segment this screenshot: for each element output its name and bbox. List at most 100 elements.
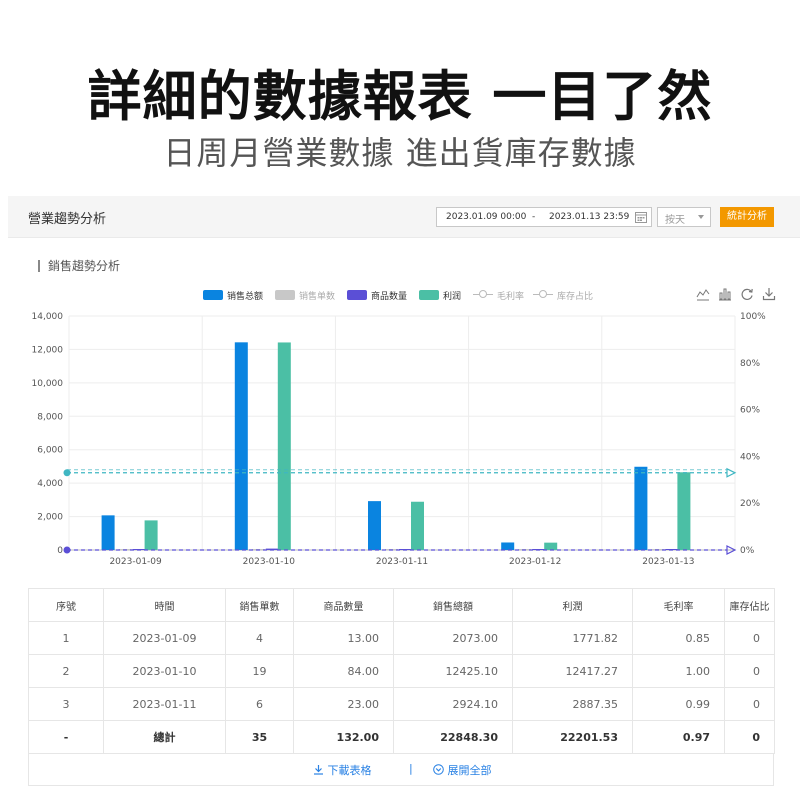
col-header-profit[interactable]: 利潤	[512, 588, 633, 622]
cell-profit: 22201.53	[512, 720, 633, 754]
bar-4	[144, 520, 158, 550]
y-tick-label: 14,000	[32, 312, 64, 322]
cell-sales-total: 22848.30	[393, 720, 513, 754]
hero-subtitle: 日周月營業數據 進出貨庫存數據	[163, 134, 637, 172]
bar-1	[234, 342, 248, 550]
y2-tick-label: 60%	[740, 406, 760, 416]
cell-time: 2023-01-11	[103, 687, 226, 721]
cell-stock-ratio: 0	[724, 621, 775, 655]
legend-label: 毛利率	[497, 292, 525, 302]
legend-swatch	[275, 290, 295, 300]
date-end: 2023.01.13 23:59	[549, 212, 630, 222]
cell-order-count: 19	[225, 654, 294, 688]
bar-4	[677, 472, 691, 550]
x-tick-label: 2023-01-12	[509, 557, 561, 567]
legend-marker	[479, 290, 487, 298]
data-table: 序號 時間 銷售單數 商品數量 銷售總額 利潤 毛利率 庫存佔比 1 2023-…	[28, 588, 775, 754]
bar-4	[411, 501, 424, 550]
bar-chart-icon[interactable]	[718, 287, 732, 301]
cell-index: 1	[28, 621, 104, 655]
bar-1	[368, 501, 381, 550]
cell-profit: 1771.82	[512, 621, 633, 655]
chevron-down-circle-icon	[433, 764, 444, 775]
download-table-label: 下載表格	[327, 764, 372, 777]
cell-gross-margin: 0.85	[632, 621, 725, 655]
granularity-select[interactable]: 按天	[657, 207, 711, 227]
bar-1	[501, 542, 515, 550]
y-tick-label: 0	[57, 546, 63, 556]
cell-time: 2023-01-09	[103, 621, 226, 655]
sales-trend-chart: 0 2,000 4,000 6,000 8,000 10,000 12,000 14,000 0…	[32, 312, 767, 567]
col-header-index[interactable]: 序號	[28, 588, 104, 622]
col-header-order-count[interactable]: 銷售單數	[225, 588, 294, 622]
y-tick-label: 6,000	[37, 446, 63, 456]
page-title: 營業趨勢分析	[28, 212, 107, 227]
table-total-row: - 總計 35 132.00 22848.30 22201.53 0.97 0	[28, 720, 775, 754]
app-header: 營業趨勢分析 2023.01.09 00:00 - 2023.01.13 23:…	[8, 196, 800, 238]
cell-stock-ratio: 0	[724, 687, 775, 721]
y2-tick-label: 40%	[740, 452, 760, 462]
cell-time: 總計	[103, 720, 226, 754]
y2-tick-label: 20%	[740, 499, 760, 509]
bar-1	[101, 515, 115, 550]
y-tick-label: 2,000	[37, 513, 63, 523]
line-marker-start	[63, 546, 71, 554]
chevron-down-icon	[698, 215, 704, 219]
download-table-link[interactable]: 下載表格	[313, 762, 372, 778]
y-tick-label: 8,000	[37, 412, 63, 422]
x-tick-label: 2023-01-10	[243, 557, 296, 567]
cell-gross-margin: 0.97	[632, 720, 725, 754]
download-icon	[314, 765, 323, 775]
cell-profit: 2887.35	[512, 687, 633, 721]
download-icon[interactable]	[762, 287, 776, 301]
legend-label: 销售单数	[299, 292, 336, 302]
col-header-stock-ratio[interactable]: 庫存佔比	[724, 588, 775, 622]
col-header-time[interactable]: 時間	[103, 588, 226, 622]
stats-analysis-button[interactable]: 統計分析	[720, 207, 774, 227]
section-title: 銷售趨勢分析	[38, 260, 120, 272]
legend-label: 销售总额	[227, 292, 264, 302]
x-tick-label: 2023-01-09	[109, 557, 162, 567]
cell-index: 3	[28, 687, 104, 721]
cell-sales-total: 2924.10	[393, 687, 513, 721]
legend-label: 商品数量	[371, 292, 408, 302]
col-header-goods-qty[interactable]: 商品數量	[293, 588, 394, 622]
x-tick-label: 2023-01-13	[642, 557, 694, 567]
date-range-picker[interactable]: 2023.01.09 00:00 - 2023.01.13 23:59	[436, 207, 652, 227]
y2-tick-label: 0%	[740, 546, 755, 556]
date-start: 2023.01.09 00:00	[446, 212, 527, 222]
y-tick-label: 10,000	[32, 379, 64, 389]
calendar-icon[interactable]	[635, 211, 647, 223]
legend-swatch	[203, 290, 223, 300]
cell-time: 2023-01-10	[103, 654, 226, 688]
footer-separator: |	[409, 762, 413, 775]
table-header-row: 序號 時間 銷售單數 商品數量 銷售總額 利潤 毛利率 庫存佔比	[28, 588, 775, 622]
y2-tick-label: 100%	[740, 312, 766, 322]
cell-index: 2	[28, 654, 104, 688]
app-window: 營業趨勢分析 2023.01.09 00:00 - 2023.01.13 23:…	[8, 196, 800, 800]
col-header-sales-total[interactable]: 銷售總額	[393, 588, 513, 622]
legend-label: 库存占比	[557, 292, 594, 302]
col-header-gross-margin[interactable]: 毛利率	[632, 588, 725, 622]
bar-1	[634, 466, 648, 550]
table-row: 2 2023-01-10 19 84.00 12425.10 12417.27 …	[28, 654, 775, 688]
cell-goods-qty: 23.00	[293, 687, 394, 721]
legend-swatch	[419, 290, 439, 300]
legend-label: 利润	[443, 292, 462, 302]
expand-all-link[interactable]: 展開全部	[433, 762, 492, 778]
date-separator: -	[532, 212, 536, 222]
cell-goods-qty: 132.00	[293, 720, 394, 754]
legend-swatch	[347, 290, 367, 300]
table-row: 1 2023-01-09 4 13.00 2073.00 1771.82 0.8…	[28, 621, 775, 655]
cell-gross-margin: 0.99	[632, 687, 725, 721]
cell-order-count: 4	[225, 621, 294, 655]
chart-panel: 銷售趨勢分析 销售总额 销售单数 商品数量 利润 毛利率 库存占比 0 2,00…	[8, 238, 800, 800]
cell-index: -	[28, 720, 104, 754]
data-table-wrap: 序號 時間 銷售單數 商品數量 銷售總額 利潤 毛利率 庫存佔比 1 2023-…	[28, 588, 775, 754]
hero-title: 詳細的數據報表 一目了然	[87, 65, 713, 128]
refresh-icon[interactable]	[740, 287, 754, 301]
line-chart-icon[interactable]	[696, 287, 710, 301]
cell-order-count: 6	[225, 687, 294, 721]
x-tick-label: 2023-01-11	[376, 557, 428, 567]
y-tick-label: 4,000	[37, 479, 63, 489]
